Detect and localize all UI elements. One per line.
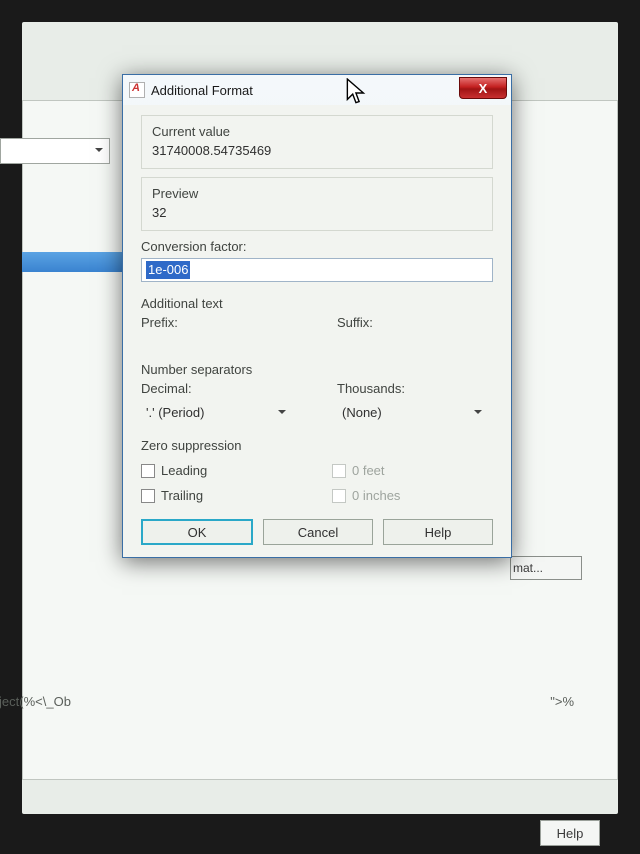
leading-checkbox-row[interactable]: Leading	[141, 463, 302, 478]
additional-format-dialog: Additional Format X Current value 317400…	[122, 74, 512, 558]
background-field-expression-right: ">%	[550, 694, 574, 709]
app-icon	[129, 82, 145, 98]
preview-label: Preview	[152, 186, 482, 201]
thousands-dropdown[interactable]: (None)	[337, 400, 487, 424]
thousands-value: (None)	[342, 405, 382, 420]
trailing-label: Trailing	[161, 488, 203, 503]
trailing-checkbox-row[interactable]: Trailing	[141, 488, 302, 503]
dialog-title: Additional Format	[151, 83, 459, 98]
feet-checkbox	[332, 464, 346, 478]
thousands-label: Thousands:	[337, 381, 493, 396]
background-dropdown[interactable]	[0, 138, 110, 164]
background-help-button[interactable]: Help	[540, 820, 600, 846]
suffix-label: Suffix:	[337, 315, 493, 330]
ok-button[interactable]: OK	[141, 519, 253, 545]
inches-checkbox	[332, 489, 346, 503]
current-value-group: Current value 31740008.54735469	[141, 115, 493, 169]
close-icon: X	[479, 81, 488, 96]
leading-checkbox[interactable]	[141, 464, 155, 478]
inches-checkbox-row: 0 inches	[332, 488, 493, 503]
titlebar[interactable]: Additional Format X	[123, 75, 511, 105]
close-button[interactable]: X	[459, 77, 507, 99]
background-format-button[interactable]: mat...	[510, 556, 582, 580]
conversion-factor-value: 1e-006	[146, 261, 190, 279]
background-field-expression-left: 6.2 Object(%<\_Ob	[0, 694, 71, 709]
trailing-checkbox[interactable]	[141, 489, 155, 503]
inches-label: 0 inches	[352, 488, 400, 503]
number-separators-label: Number separators	[141, 362, 493, 377]
feet-label: 0 feet	[352, 463, 385, 478]
additional-text-label: Additional text	[141, 296, 493, 311]
feet-checkbox-row: 0 feet	[332, 463, 493, 478]
chevron-down-icon	[474, 410, 482, 418]
conversion-factor-label: Conversion factor:	[141, 239, 493, 254]
leading-label: Leading	[161, 463, 207, 478]
help-button[interactable]: Help	[383, 519, 493, 545]
preview-value: 32	[152, 205, 482, 220]
prefix-label: Prefix:	[141, 315, 297, 330]
preview-group: Preview 32	[141, 177, 493, 231]
zero-suppression-label: Zero suppression	[141, 438, 493, 453]
decimal-value: '.' (Period)	[146, 405, 204, 420]
cancel-button[interactable]: Cancel	[263, 519, 373, 545]
decimal-dropdown[interactable]: '.' (Period)	[141, 400, 291, 424]
current-value-label: Current value	[152, 124, 482, 139]
decimal-label: Decimal:	[141, 381, 297, 396]
background-selection-bar	[22, 252, 130, 272]
chevron-down-icon	[278, 410, 286, 418]
current-value: 31740008.54735469	[152, 143, 482, 158]
conversion-factor-input[interactable]: 1e-006	[141, 258, 493, 282]
